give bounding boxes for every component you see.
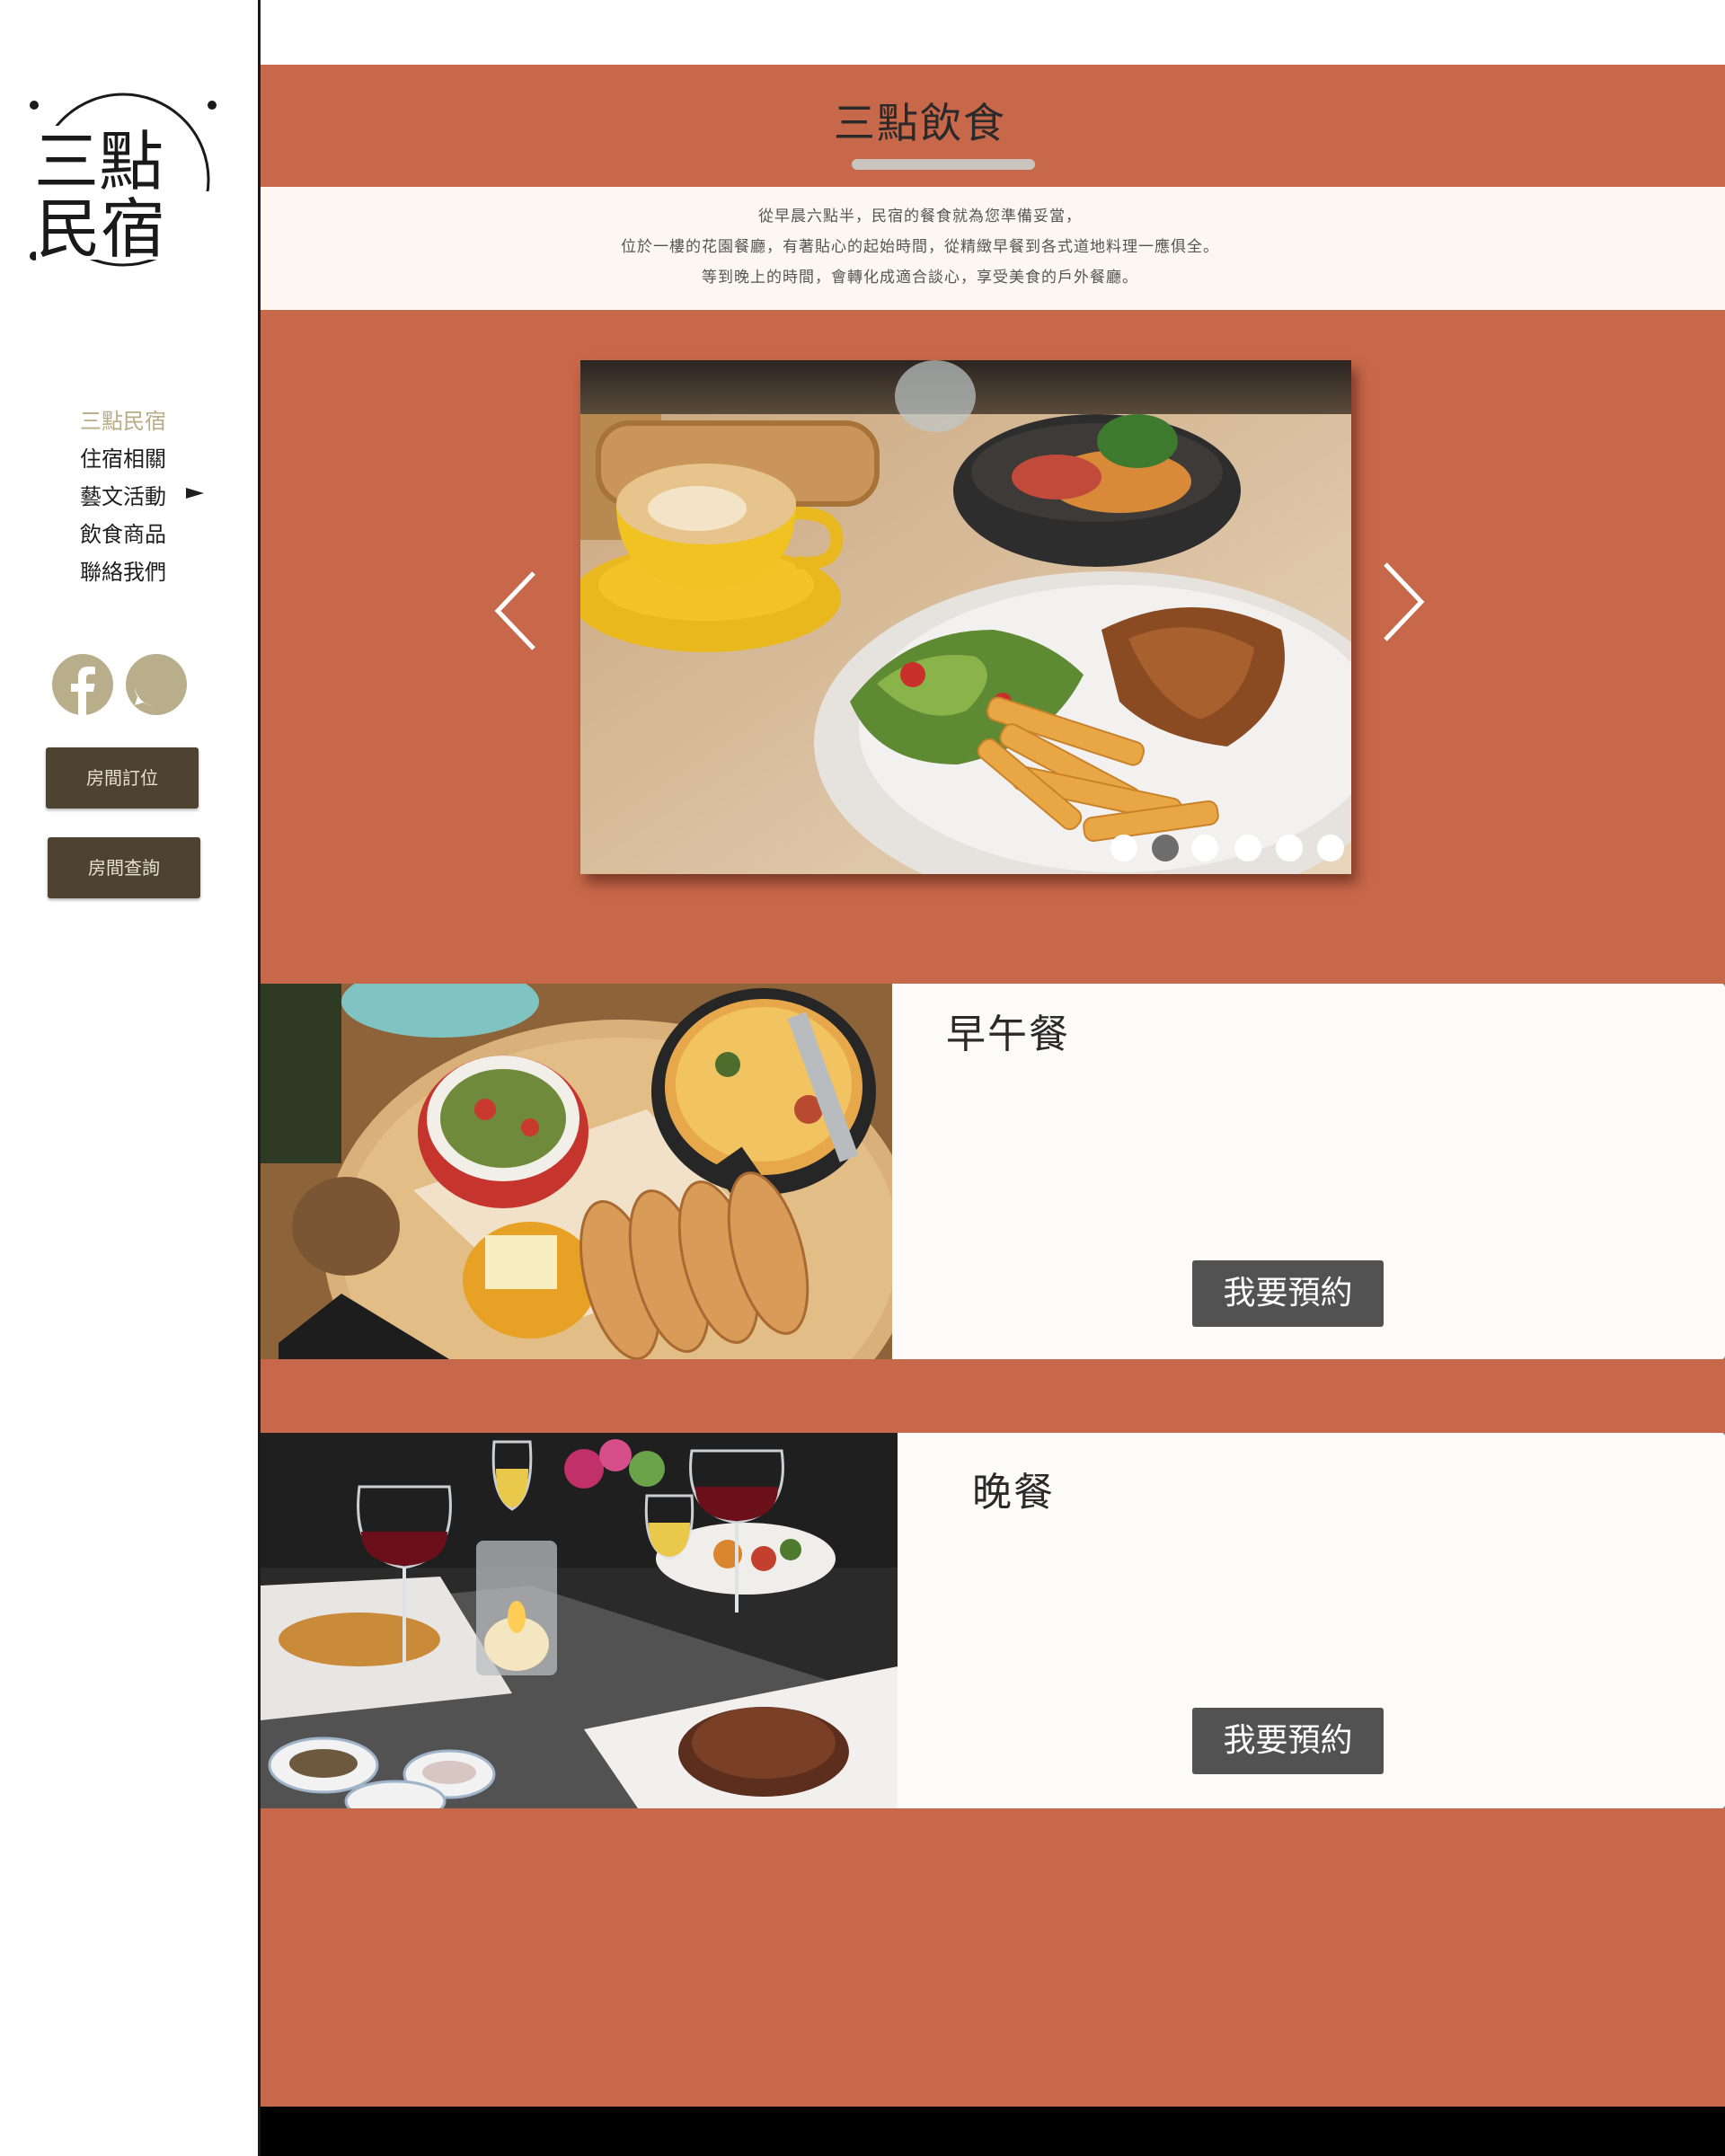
room-query-button[interactable]: 房間查詢: [48, 837, 200, 898]
brunch-title: 早午餐: [946, 1012, 1070, 1057]
svg-text:三點: 三點: [34, 124, 164, 199]
nav-item-home[interactable]: 三點民宿: [80, 402, 166, 440]
whatsapp-icon[interactable]: [126, 654, 187, 715]
nav-item-contact[interactable]: 聯絡我們: [80, 553, 166, 591]
footer-bar: [261, 2107, 1725, 2156]
brunch-card: 早午餐 我要預約: [892, 984, 1725, 1359]
svg-text:民宿: 民宿: [36, 191, 165, 267]
dinner-title: 晚餐: [972, 1470, 1055, 1515]
carousel-dot-5[interactable]: [1276, 835, 1303, 862]
room-booking-button[interactable]: 房間訂位: [46, 747, 199, 808]
carousel-slide-image: [580, 360, 1351, 874]
facebook-icon[interactable]: [52, 654, 113, 715]
carousel-dot-3[interactable]: [1191, 835, 1218, 862]
dinner-reserve-button[interactable]: 我要預約: [1192, 1708, 1384, 1774]
chevron-right-icon[interactable]: [1375, 557, 1429, 647]
page-title: 三點飲食: [834, 99, 1006, 147]
nav-item-lodging[interactable]: 住宿相關: [80, 440, 166, 478]
dinner-card: 晚餐 我要預約: [898, 1433, 1725, 1808]
nav-item-food[interactable]: 飲食商品: [80, 516, 166, 553]
submenu-arrow-icon[interactable]: [186, 488, 204, 499]
main-nav: 三點民宿 住宿相關 藝文活動 飲食商品 聯絡我們: [80, 402, 204, 591]
intro-text: 位於一樓的花園餐廳，有著貼心的起始時間，從精緻早餐到各式道地料理一應俱全。: [621, 238, 1219, 256]
dinner-photo: [261, 1433, 898, 1808]
carousel-dot-4[interactable]: [1234, 835, 1261, 862]
brand-logo[interactable]: 三點 民宿: [27, 85, 220, 270]
sidebar: 三點 民宿 三點民宿 住宿相關 藝文活動 飲食商品 聯絡我們 房間訂位 房間查詢: [0, 0, 258, 2156]
brunch-photo: [261, 984, 892, 1359]
intro-text: 等到晚上的時間，會轉化成適合談心，享受美食的戶外餐廳。: [702, 269, 1138, 287]
title-underline: [852, 159, 1035, 170]
nav-item-arts[interactable]: 藝文活動: [80, 478, 166, 516]
carousel-dot-2[interactable]: [1152, 835, 1179, 862]
main-content: 三點飲食 從早晨六點半，民宿的餐食就為您準備妥當， 位於一樓的花園餐廳，有著貼心…: [261, 0, 1725, 2156]
intro-text: 從早晨六點半，民宿的餐食就為您準備妥當，: [758, 208, 1082, 225]
carousel-dot-1[interactable]: [1110, 835, 1137, 862]
intro-section: 從早晨六點半，民宿的餐食就為您準備妥當， 位於一樓的花園餐廳，有著貼心的起始時間…: [261, 187, 1725, 310]
chevron-left-icon[interactable]: [491, 566, 544, 656]
brunch-reserve-button[interactable]: 我要預約: [1192, 1260, 1384, 1327]
carousel-dot-6[interactable]: [1317, 835, 1344, 862]
